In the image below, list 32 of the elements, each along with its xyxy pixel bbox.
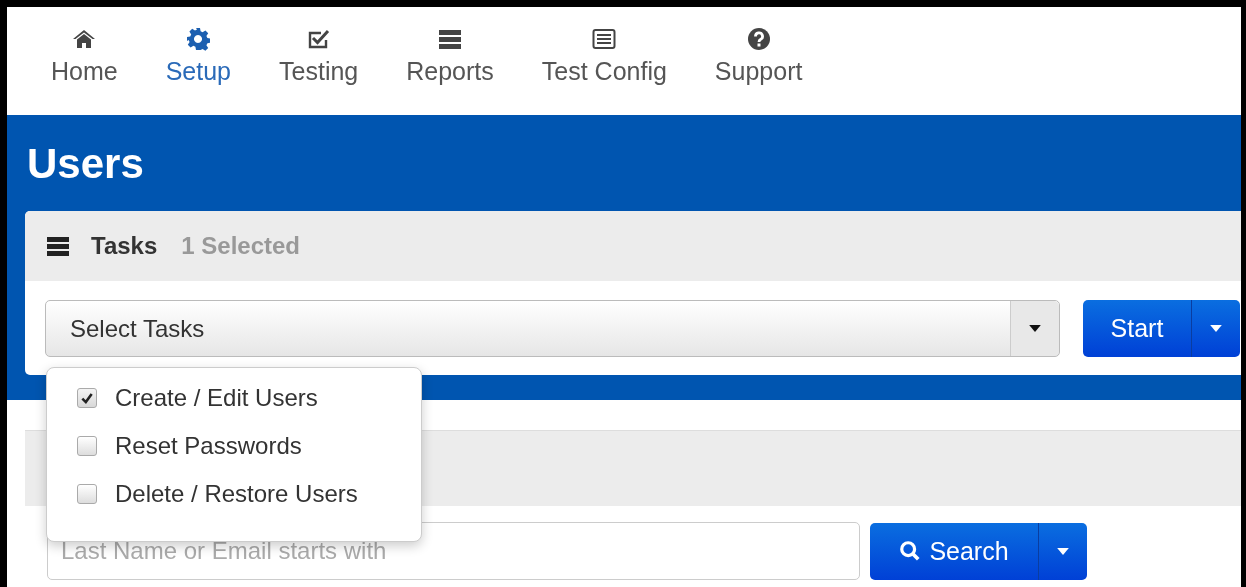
caret-icon bbox=[1057, 547, 1069, 555]
caret-icon bbox=[1029, 325, 1041, 332]
nav-item[interactable]: Testing bbox=[279, 27, 359, 115]
menu-item[interactable]: Delete / Restore Users bbox=[77, 476, 421, 512]
dropdown-toggle[interactable] bbox=[1039, 522, 1087, 580]
settings-icon bbox=[186, 27, 211, 51]
dropdown-toggle[interactable] bbox=[1192, 300, 1240, 357]
nav-item[interactable]: Setup bbox=[165, 27, 232, 115]
menu-item[interactable]: Create / Edit Users bbox=[77, 380, 421, 416]
panel-title: Tasks bbox=[91, 232, 158, 260]
checkbox[interactable] bbox=[77, 436, 97, 456]
help-icon bbox=[746, 27, 771, 51]
start-button[interactable]: Start bbox=[1083, 300, 1192, 357]
nav-item[interactable]: Reports bbox=[406, 27, 494, 115]
page-title: Users bbox=[27, 139, 145, 189]
nav-item[interactable]: Support bbox=[714, 27, 803, 115]
check-icon bbox=[80, 391, 94, 405]
caret-icon bbox=[1210, 325, 1222, 332]
checkbox-icon bbox=[306, 27, 331, 51]
search-icon bbox=[899, 540, 922, 562]
checkbox[interactable] bbox=[77, 484, 97, 504]
stacked-bars-icon bbox=[438, 27, 462, 51]
stacked-bars-icon bbox=[45, 234, 71, 258]
task-select[interactable]: Select Tasks bbox=[45, 300, 1060, 357]
home-icon bbox=[72, 27, 97, 51]
search-button[interactable]: Search bbox=[870, 522, 1039, 580]
menu-item[interactable]: Reset Passwords bbox=[77, 428, 421, 464]
checkbox[interactable] bbox=[77, 388, 97, 408]
nav-item[interactable]: Home bbox=[51, 27, 118, 115]
selected-count: 1 Selected bbox=[181, 232, 300, 260]
nav-item[interactable]: Test Config bbox=[541, 27, 667, 115]
list-window-icon bbox=[592, 27, 617, 51]
